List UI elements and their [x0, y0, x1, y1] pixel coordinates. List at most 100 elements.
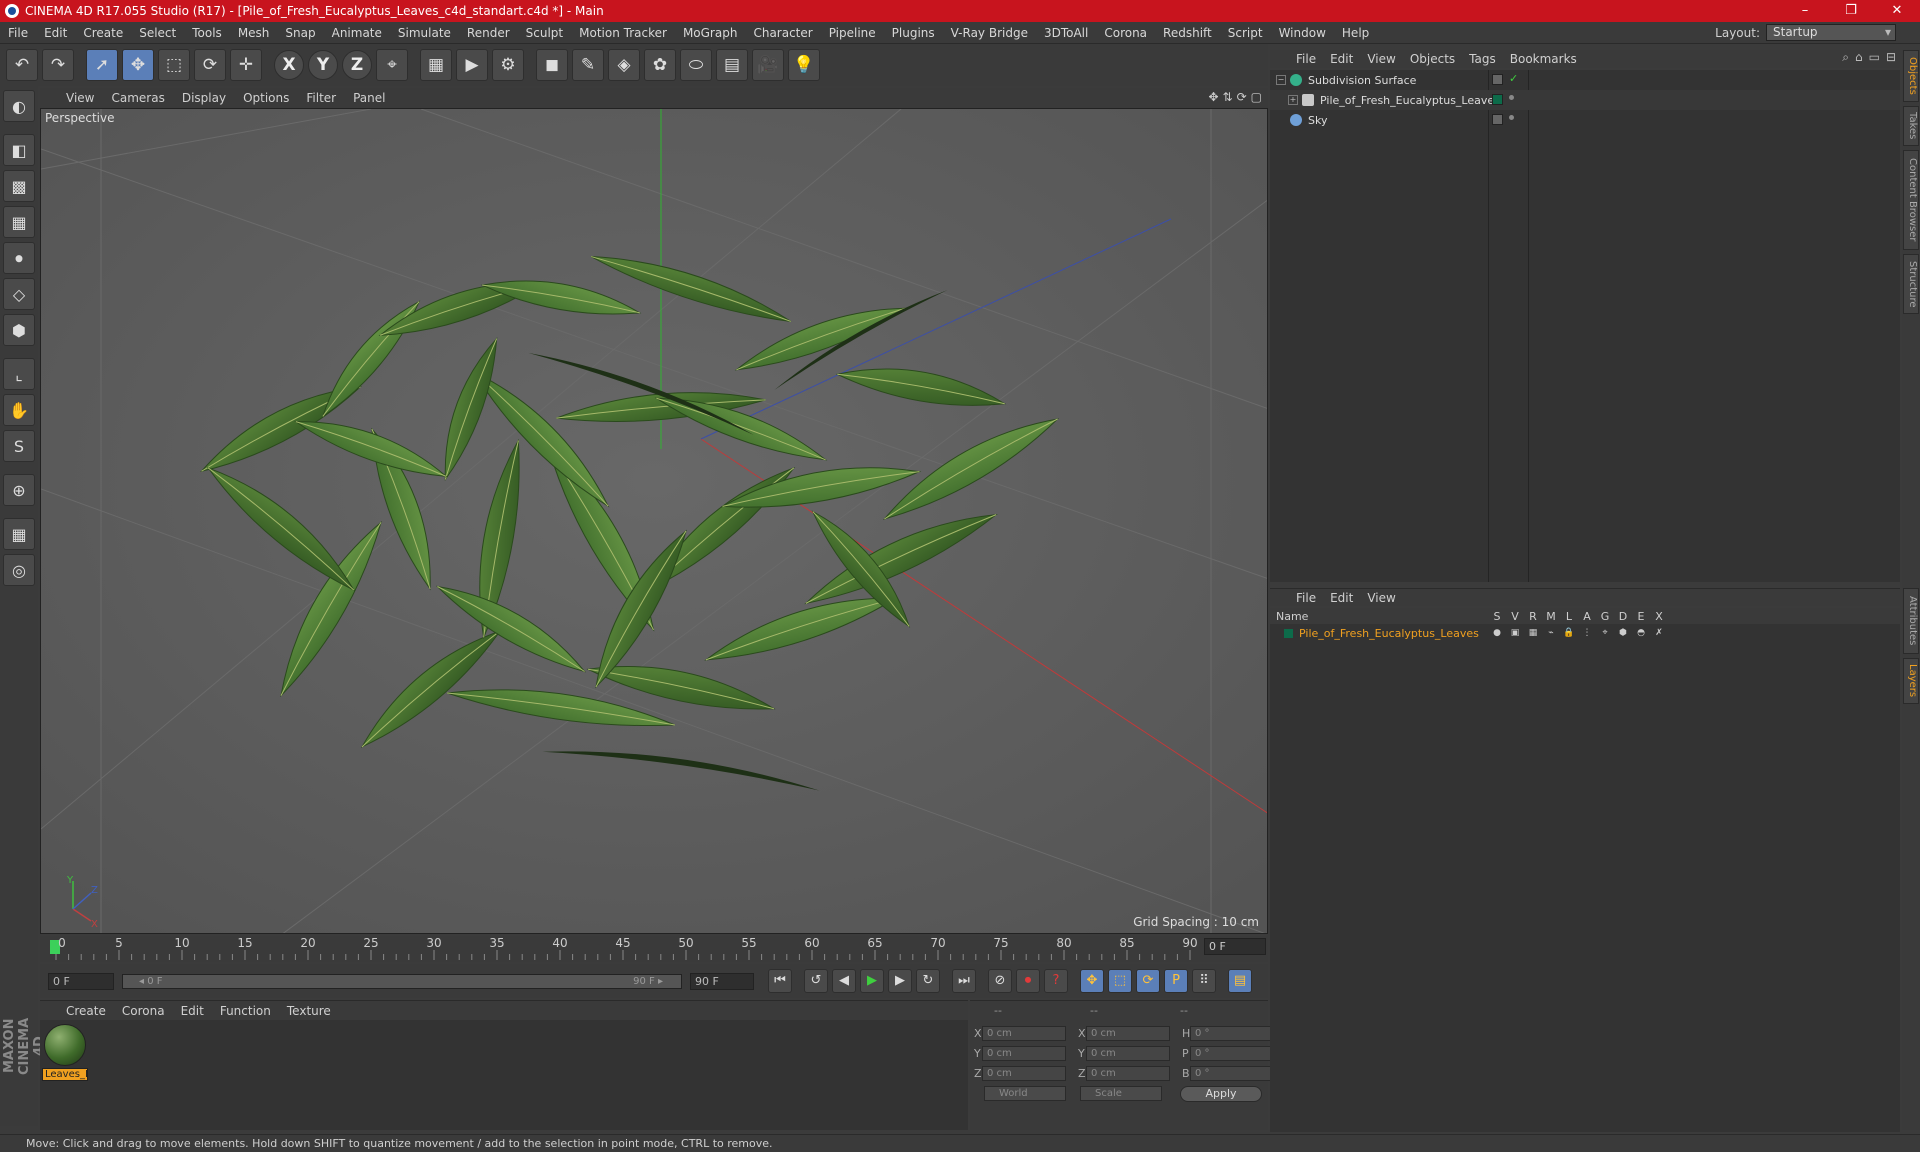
collapse-icon[interactable]: ⊟: [1886, 50, 1896, 65]
next-frame-button[interactable]: ▶: [888, 969, 912, 993]
layer-tag[interactable]: [1492, 114, 1503, 125]
viewport-menu-options[interactable]: Options: [237, 91, 300, 105]
solo-icon[interactable]: ●: [1488, 628, 1506, 638]
size-y-field[interactable]: 0 cm: [1086, 1045, 1170, 1061]
layers-menu-edit[interactable]: Edit: [1324, 591, 1361, 605]
menu-file[interactable]: File: [0, 22, 36, 44]
menu-create[interactable]: Create: [75, 22, 131, 44]
snap-button[interactable]: S: [3, 430, 35, 462]
menu-mesh[interactable]: Mesh: [230, 22, 278, 44]
autokeying-button[interactable]: ⏺: [1016, 969, 1040, 993]
menu-tools[interactable]: Tools: [184, 22, 230, 44]
tab-attributes[interactable]: Attributes: [1903, 588, 1919, 654]
material-menu-corona[interactable]: Corona: [116, 1004, 175, 1018]
menu-pipeline[interactable]: Pipeline: [821, 22, 884, 44]
material-menu-function[interactable]: Function: [214, 1004, 281, 1018]
tab-objects[interactable]: Objects: [1903, 50, 1919, 102]
scale-tool-button[interactable]: ⬚: [158, 49, 190, 81]
preview-range-slider[interactable]: ◂ 0 F 90 F ▸: [122, 973, 682, 989]
record-rotation-button[interactable]: ⟳: [1136, 969, 1160, 993]
add-cube-button[interactable]: ◼: [536, 49, 568, 81]
z-axis-lock-button[interactable]: Z: [342, 50, 372, 80]
deformer-button[interactable]: ⬭: [680, 49, 712, 81]
cloner-button[interactable]: ✿: [644, 49, 676, 81]
end-frame-field[interactable]: 90 F: [690, 972, 754, 990]
restore-button[interactable]: ❐: [1828, 0, 1874, 22]
coordinate-mode-select[interactable]: World: [984, 1086, 1066, 1101]
home-icon[interactable]: ⌂: [1855, 50, 1863, 65]
search-icon[interactable]: ⌕: [1842, 50, 1849, 65]
perspective-viewport[interactable]: Y Z X Perspective Grid Spacing : 10 cm: [40, 108, 1268, 934]
xref-icon[interactable]: ✗: [1650, 628, 1668, 638]
enabled-check-icon[interactable]: ✓: [1509, 73, 1518, 85]
rotation-h-field[interactable]: 0 °: [1190, 1025, 1274, 1041]
position-y-field[interactable]: 0 cm: [982, 1045, 1066, 1061]
tweak-mode-button[interactable]: ✋: [3, 394, 35, 426]
redo-button[interactable]: ↷: [42, 49, 74, 81]
render-icon[interactable]: ▦: [1524, 628, 1542, 638]
goto-start-button[interactable]: ⏮: [768, 969, 792, 993]
goto-end-button[interactable]: ⏭: [952, 969, 976, 993]
size-x-field[interactable]: 0 cm: [1086, 1025, 1170, 1041]
y-axis-lock-button[interactable]: Y: [308, 50, 338, 80]
manager-icon[interactable]: ⌁: [1542, 628, 1560, 638]
animation-icon[interactable]: ⋮: [1578, 628, 1596, 638]
transform-tool-button[interactable]: ✛: [230, 49, 262, 81]
render-view-button[interactable]: ▦: [420, 49, 452, 81]
menu-help[interactable]: Help: [1334, 22, 1377, 44]
viewport-menu-display[interactable]: Display: [176, 91, 237, 105]
position-z-field[interactable]: 0 cm: [982, 1065, 1066, 1081]
menu-corona[interactable]: Corona: [1096, 22, 1155, 44]
minimize-button[interactable]: –: [1782, 0, 1828, 22]
timeline-window-button[interactable]: ▤: [1228, 969, 1252, 993]
edges-mode-button[interactable]: ◇: [3, 278, 35, 310]
menu-plugins[interactable]: Plugins: [884, 22, 943, 44]
lock-icon[interactable]: 🔒: [1560, 628, 1578, 638]
record-help-button[interactable]: ?: [1044, 969, 1068, 993]
material-menu-create[interactable]: Create: [60, 1004, 116, 1018]
menu-select[interactable]: Select: [131, 22, 184, 44]
visibility-dot[interactable]: [1509, 95, 1514, 100]
layers-menu-view[interactable]: View: [1361, 591, 1403, 605]
record-parameter-button[interactable]: P: [1164, 969, 1188, 993]
render-picture-viewer-button[interactable]: ▶: [456, 49, 488, 81]
coordinate-system-button[interactable]: ⌖: [376, 49, 408, 81]
menu-window[interactable]: Window: [1271, 22, 1334, 44]
expression-icon[interactable]: ◓: [1632, 628, 1650, 638]
model-mode-button[interactable]: ◧: [3, 134, 35, 166]
layer-color-swatch[interactable]: [1284, 628, 1293, 638]
rotate-tool-button[interactable]: ⟳: [194, 49, 226, 81]
menu-character[interactable]: Character: [745, 22, 820, 44]
material-menu-edit[interactable]: Edit: [175, 1004, 214, 1018]
viewport-orbit-icon[interactable]: ⟳: [1237, 90, 1247, 104]
close-button[interactable]: ✕: [1874, 0, 1920, 22]
menu-animate[interactable]: Animate: [324, 22, 390, 44]
layer-color-tag[interactable]: [1492, 94, 1503, 105]
menu-snap[interactable]: Snap: [277, 22, 323, 44]
record-scale-button[interactable]: ⬚: [1108, 969, 1132, 993]
render-settings-button[interactable]: ⚙: [492, 49, 524, 81]
menu-edit[interactable]: Edit: [36, 22, 75, 44]
new-window-icon[interactable]: ▭: [1869, 50, 1880, 65]
layer-row[interactable]: Pile_of_Fresh_Eucalyptus_Leaves ● ▣ ▦ ⌁ …: [1270, 624, 1900, 642]
keyframe-selection-button[interactable]: ⊘: [988, 969, 1012, 993]
menu-script[interactable]: Script: [1220, 22, 1271, 44]
viewport-maximize-icon[interactable]: ▢: [1251, 90, 1262, 104]
floor-button[interactable]: ▤: [716, 49, 748, 81]
points-mode-button[interactable]: ⦁: [3, 242, 35, 274]
prev-keyframe-button[interactable]: ↺: [804, 969, 828, 993]
soft-selection-button[interactable]: ◎: [3, 554, 35, 586]
tab-layers[interactable]: Layers: [1903, 658, 1919, 704]
menu-motion-tracker[interactable]: Motion Tracker: [571, 22, 675, 44]
magnet-tool-button[interactable]: ⊕: [3, 474, 35, 506]
layout-select[interactable]: Startup: [1766, 24, 1896, 41]
generator-icon[interactable]: ⌖: [1596, 628, 1614, 638]
position-x-field[interactable]: 0 cm: [982, 1025, 1066, 1041]
menu-sculpt[interactable]: Sculpt: [518, 22, 571, 44]
camera-button[interactable]: 🎥: [752, 49, 784, 81]
polygons-mode-button[interactable]: ⬢: [3, 314, 35, 346]
apply-button[interactable]: Apply: [1180, 1086, 1262, 1102]
viewport-zoom-icon[interactable]: ⇅: [1223, 90, 1233, 104]
objects-menu-bookmarks[interactable]: Bookmarks: [1504, 52, 1585, 66]
layers-menu-file[interactable]: File: [1290, 591, 1324, 605]
